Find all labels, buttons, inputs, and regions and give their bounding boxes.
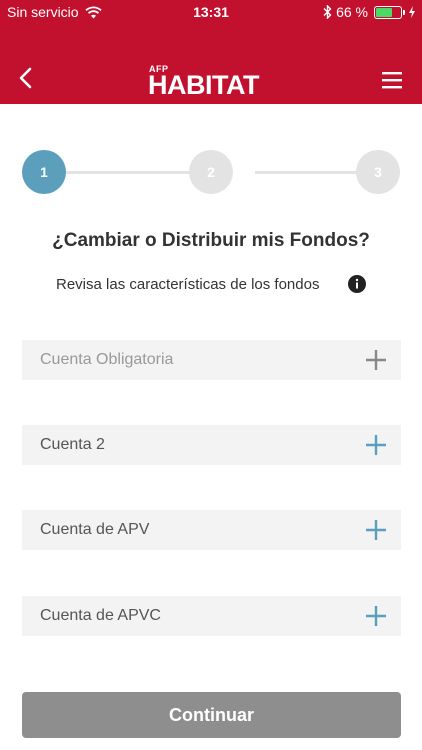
account-label: Cuenta 2 [40,436,105,453]
account-row-apv[interactable]: Cuenta de APV [22,510,401,550]
plus-icon[interactable] [364,518,388,542]
plus-icon[interactable] [364,348,388,372]
charging-bolt-icon [409,6,415,18]
back-chevron-icon[interactable] [16,66,38,90]
status-right: 66 % [323,4,416,20]
step-3: 3 [356,150,400,194]
account-label: Cuenta Obligatoria [40,351,174,368]
account-label: Cuenta de APVC [40,607,161,624]
account-row-cuenta-2[interactable]: Cuenta 2 [22,425,401,465]
hamburger-menu-icon[interactable] [382,70,402,90]
info-icon[interactable] [348,275,366,293]
battery-icon [374,5,405,19]
account-row-obligatoria[interactable]: Cuenta Obligatoria [22,340,401,380]
page-subtitle: Revisa las características de los fondos [56,276,320,293]
plus-icon[interactable] [364,433,388,457]
status-bar: Sin servicio 13:31 66 % [0,0,422,26]
progress-stepper: 1 2 3 [22,150,400,194]
page-title: ¿Cambiar o Distribuir mis Fondos? [52,230,370,251]
account-row-apvc[interactable]: Cuenta de APVC [22,596,401,636]
step-2: 2 [189,150,233,194]
continue-button[interactable]: Continuar [22,692,401,738]
account-label: Cuenta de APV [40,521,150,538]
plus-icon[interactable] [364,604,388,628]
battery-percentage: 66 % [336,4,368,20]
logo-wordmark: HABITAT [148,70,259,100]
step-1: 1 [22,150,66,194]
bluetooth-icon [323,5,332,19]
app-header: Sin servicio 13:31 66 % AFP HABITAT [0,0,422,104]
battery-level [376,7,392,17]
